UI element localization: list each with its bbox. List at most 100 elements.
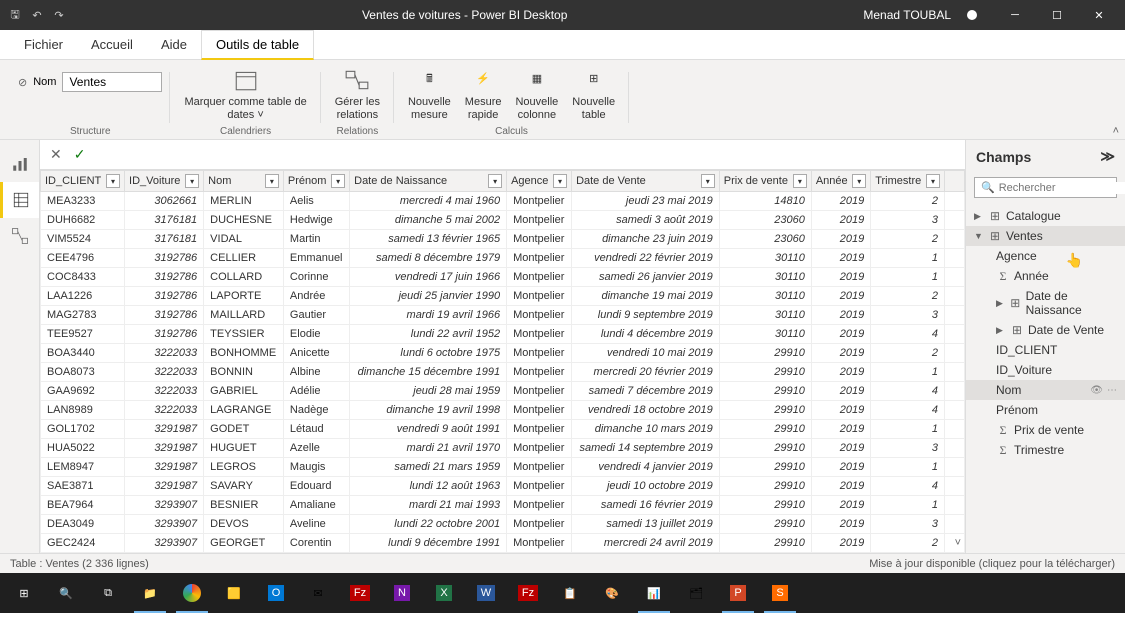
cell[interactable]: Andrée [283,287,349,306]
cell[interactable]: lundi 6 octobre 1975 [350,344,507,363]
column-header[interactable]: Prénom▾ [283,171,349,192]
cell[interactable]: 1 [871,420,945,439]
report-view-button[interactable] [0,146,39,182]
cell[interactable]: 2 [871,344,945,363]
field-agence[interactable]: Agence [966,246,1125,266]
cell[interactable]: Montpelier [507,363,572,382]
cell[interactable]: 2019 [811,230,870,249]
cell[interactable]: Montpelier [507,458,572,477]
cell[interactable]: dimanche 19 avril 1998 [350,401,507,420]
powerpoint-icon[interactable]: P [718,573,758,613]
cell[interactable]: 2019 [811,401,870,420]
cell[interactable]: 3192786 [125,268,204,287]
cell[interactable]: BOA8073 [41,363,125,382]
cell[interactable]: Létaud [283,420,349,439]
table-row[interactable]: LEM89473291987LEGROSMaugissamedi 21 mars… [41,458,965,477]
table-row[interactable]: VIM55243176181VIDALMartinsamedi 13 févri… [41,230,965,249]
mark-date-table-button[interactable]: Marquer comme table de dates ˅ [178,64,312,124]
cell[interactable]: 3222033 [125,382,204,401]
cell[interactable]: 2019 [811,496,870,515]
column-header[interactable]: Trimestre▾ [871,171,945,192]
cell[interactable]: BOA3440 [41,344,125,363]
cell[interactable]: vendredi 17 juin 1966 [350,268,507,287]
cell[interactable]: Montpelier [507,230,572,249]
cell[interactable]: 3 [871,306,945,325]
cell[interactable]: HUGUET [204,439,284,458]
cell[interactable]: samedi 16 février 2019 [572,496,720,515]
cell[interactable]: Montpelier [507,344,572,363]
cell[interactable]: Martin [283,230,349,249]
cell[interactable]: lundi 9 septembre 2019 [572,306,720,325]
cell[interactable]: Emmanuel [283,249,349,268]
cell[interactable]: MARTINS [204,553,284,554]
minimize-button[interactable]: ─ [997,0,1033,30]
cell[interactable]: Montpelier [507,249,572,268]
cell[interactable]: 29910 [719,515,811,534]
update-link[interactable]: Mise à jour disponible (cliquez pour la … [869,558,1115,570]
cell[interactable]: lundi 4 décembre 2019 [572,325,720,344]
app2-icon[interactable]: ✉ [298,573,338,613]
cell[interactable]: GAA9692 [41,382,125,401]
column-header[interactable]: Prix de vente▾ [719,171,811,192]
cell[interactable]: 29910 [719,553,811,554]
cell[interactable]: mercredi 24 avril 2019 [572,534,720,553]
table-row[interactable]: GOL17023291987GODETLétaudvendredi 9 août… [41,420,965,439]
cell[interactable]: CEE4796 [41,249,125,268]
cell[interactable]: 3192786 [125,325,204,344]
cell[interactable]: vendredi 9 août 1991 [350,420,507,439]
cell[interactable]: Edouard [283,477,349,496]
cell[interactable]: MAILLARD [204,306,284,325]
cell[interactable]: 3293907 [125,553,204,554]
new-column-button[interactable]: ▦Nouvelle colonne [509,64,564,124]
filter-icon[interactable]: ▾ [852,174,866,188]
field-nom[interactable]: Nom👁⋯ [966,380,1125,400]
scroll-down-icon[interactable]: ˅ [955,537,961,549]
cell[interactable]: 2019 [811,363,870,382]
cell[interactable]: 2019 [811,553,870,554]
cell[interactable]: 23060 [719,211,811,230]
cell[interactable]: Laetitia [283,553,349,554]
cell[interactable]: Elodie [283,325,349,344]
cell[interactable]: Montpelier [507,401,572,420]
cell[interactable]: Nadège [283,401,349,420]
cell[interactable]: 1 [871,458,945,477]
cell[interactable]: 2019 [811,534,870,553]
cell[interactable]: lundi 22 avril 1952 [350,325,507,344]
paint-icon[interactable]: 🎨 [592,573,632,613]
cell[interactable]: 2019 [811,192,870,211]
filter-icon[interactable]: ▾ [926,174,940,188]
menu-outils-table[interactable]: Outils de table [201,30,314,60]
field-trimestre[interactable]: ΣTrimestre [966,440,1125,460]
cell[interactable]: 29910 [719,477,811,496]
table-row[interactable]: BOA34403222033BONHOMMEAnicettelundi 6 oc… [41,344,965,363]
cell[interactable]: 4 [871,553,945,554]
cell[interactable]: Gautier [283,306,349,325]
cell[interactable]: MAG2783 [41,306,125,325]
cancel-icon[interactable]: ✕ [50,146,62,163]
cell[interactable]: 4 [871,477,945,496]
cell[interactable]: Aveline [283,515,349,534]
explorer-icon[interactable]: 📁 [130,573,170,613]
model-view-button[interactable] [0,218,39,254]
cell[interactable]: VIM5524 [41,230,125,249]
cell[interactable]: 3 [871,439,945,458]
cell[interactable]: MAL7908 [41,553,125,554]
cell[interactable]: 2019 [811,420,870,439]
table-ventes[interactable]: ▼⊞Ventes [966,226,1125,246]
cell[interactable]: mardi 21 mai 1993 [350,496,507,515]
table-name-input[interactable] [62,72,162,92]
cell[interactable]: dimanche 23 juin 2019 [572,230,720,249]
start-button[interactable]: ⊞ [4,573,44,613]
cell[interactable]: Corentin [283,534,349,553]
table-row[interactable]: BOA80733222033BONNINAlbinedimanche 15 dé… [41,363,965,382]
cell[interactable]: dimanche 10 mars 2019 [572,420,720,439]
powerbi-icon[interactable]: 📊 [634,573,674,613]
cell[interactable]: Corinne [283,268,349,287]
cell[interactable]: 30110 [719,268,811,287]
cell[interactable]: DEVOS [204,515,284,534]
column-header[interactable]: Nom▾ [204,171,284,192]
cell[interactable]: GOL1702 [41,420,125,439]
cell[interactable]: MEA3233 [41,192,125,211]
app-icon[interactable]: 🟨 [214,573,254,613]
cell[interactable]: lundi 22 octobre 2001 [350,515,507,534]
